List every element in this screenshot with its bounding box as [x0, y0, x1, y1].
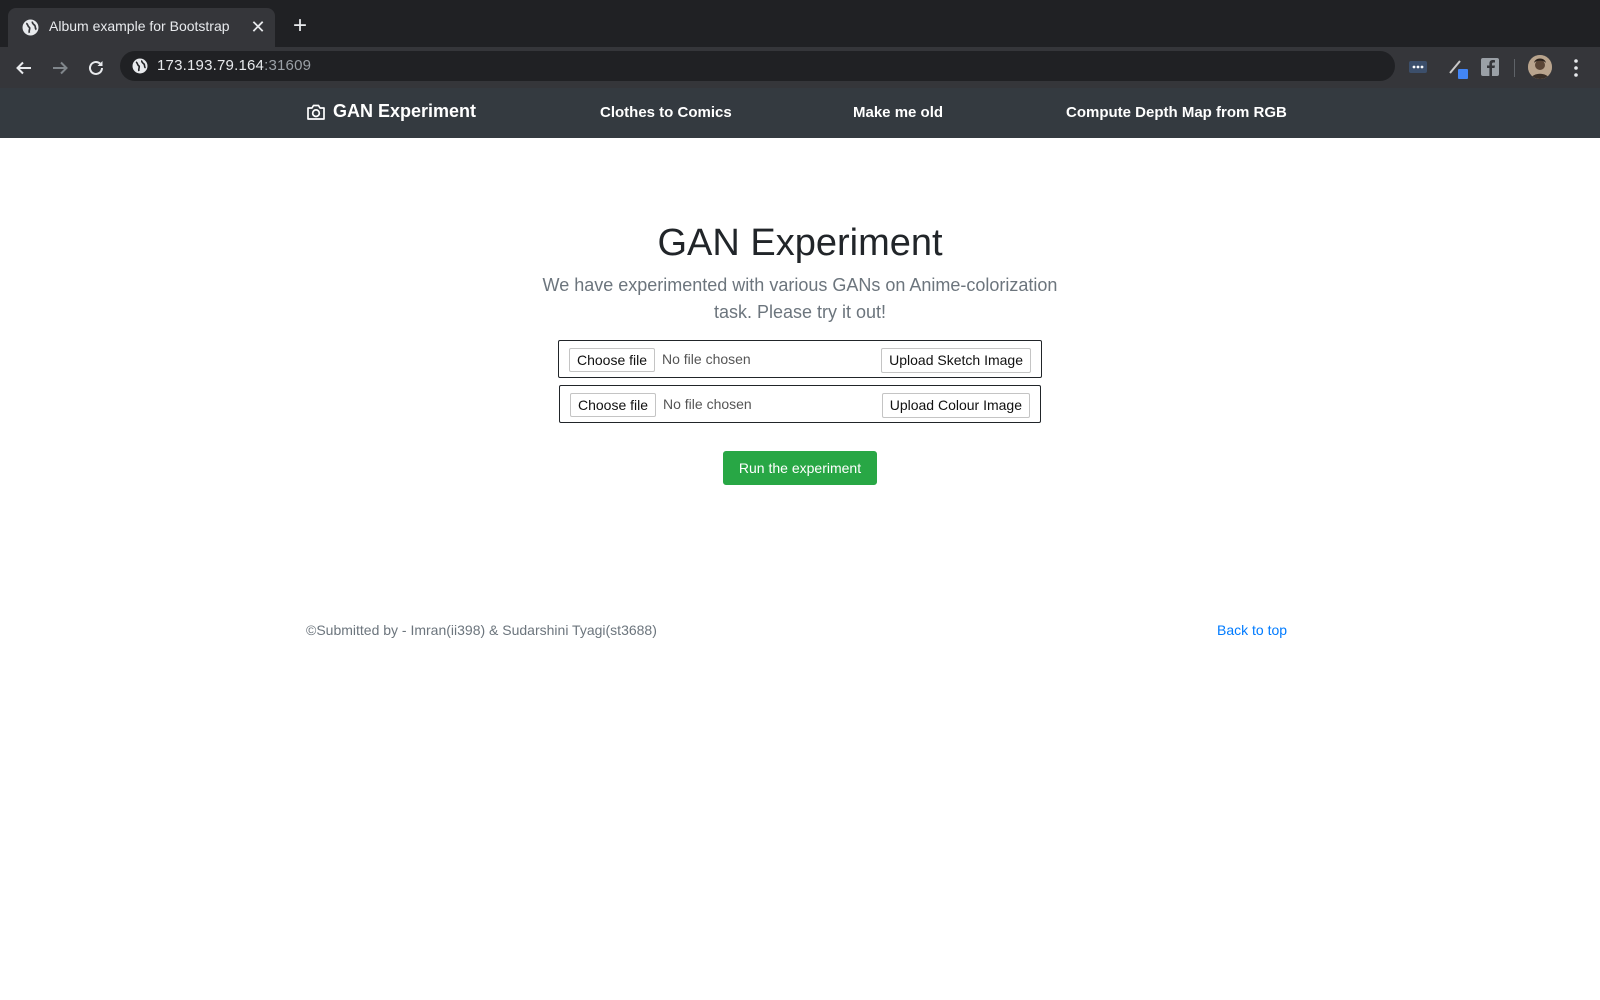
address-bar[interactable]: 173.193.79.164:31609 — [120, 51, 1395, 81]
facebook-icon[interactable] — [1480, 57, 1500, 77]
tab-title: Album example for Bootstrap — [49, 18, 230, 34]
page-lead: We have experimented with various GANs o… — [542, 275, 1058, 322]
site-navbar: GAN Experiment Clothes to Comics Make me… — [0, 88, 1600, 138]
back-to-top-link[interactable]: Back to top — [1217, 622, 1287, 638]
reload-icon[interactable] — [84, 56, 108, 80]
browser-toolbar: 173.193.79.164:31609 — [0, 47, 1600, 88]
browser-tab-bar: Album example for Bootstrap ✕ + — [0, 0, 1600, 47]
back-arrow-icon[interactable] — [12, 56, 36, 80]
choose-file-button[interactable]: Choose file — [569, 348, 656, 372]
globe-icon[interactable] — [132, 58, 148, 74]
browser-tab[interactable]: Album example for Bootstrap ✕ — [8, 8, 275, 47]
nav-link-clothes-to-comics[interactable]: Clothes to Comics — [600, 104, 732, 121]
more-extensions-icon[interactable] — [1408, 57, 1428, 77]
page-title: GAN Experiment — [657, 222, 943, 264]
close-icon[interactable]: ✕ — [248, 17, 268, 37]
url-port: :31609 — [264, 57, 312, 74]
footer-credit: ©Submitted by - Imran(ii398) & Sudarshin… — [306, 622, 657, 638]
nav-link-make-me-old[interactable]: Make me old — [853, 104, 943, 121]
url-text[interactable]: 173.193.79.164:31609 — [157, 57, 311, 74]
colour-upload-form: Choose file No file chosen Upload Colour… — [559, 385, 1041, 423]
brand-link[interactable]: GAN Experiment — [306, 101, 476, 122]
forward-arrow-icon[interactable] — [48, 56, 72, 80]
url-host: 173.193.79.164 — [157, 57, 265, 74]
toolbar-divider — [1514, 59, 1515, 77]
profile-avatar-icon[interactable] — [1528, 55, 1552, 79]
choose-file-button[interactable]: Choose file — [570, 393, 657, 417]
file-status: No file chosen — [663, 396, 752, 412]
sketch-upload-form: Choose file No file chosen Upload Sketch… — [558, 340, 1042, 378]
run-experiment-button[interactable]: Run the experiment — [723, 451, 877, 485]
pencil-extension-icon[interactable] — [1447, 57, 1468, 79]
kebab-menu-icon[interactable] — [1566, 56, 1586, 80]
nav-link-depth-map[interactable]: Compute Depth Map from RGB — [1066, 104, 1287, 121]
upload-sketch-button[interactable]: Upload Sketch Image — [881, 348, 1031, 373]
file-status: No file chosen — [662, 351, 751, 367]
plus-icon[interactable]: + — [288, 14, 312, 39]
brand-label: GAN Experiment — [333, 101, 477, 121]
globe-icon — [22, 19, 39, 36]
camera-icon — [307, 104, 325, 120]
upload-colour-button[interactable]: Upload Colour Image — [881, 393, 1030, 418]
